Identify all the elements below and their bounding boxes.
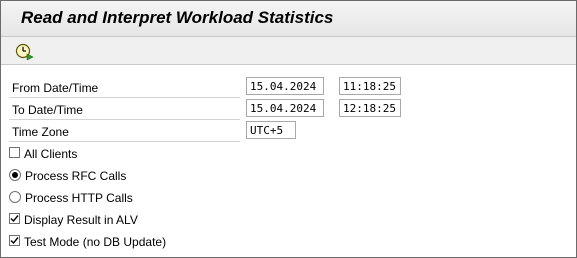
timezone-row: Time Zone UTC+5 xyxy=(9,121,569,142)
to-time-field[interactable]: 12:18:25 xyxy=(339,99,401,117)
to-date-field[interactable]: 15.04.2024 xyxy=(246,99,324,117)
http-calls-label: Process HTTP Calls xyxy=(25,191,133,205)
application-toolbar xyxy=(1,37,576,65)
app-window: Read and Interpret Workload Statistics F… xyxy=(0,0,577,258)
rfc-calls-radio[interactable] xyxy=(9,169,21,181)
checkmark-icon xyxy=(10,237,19,245)
all-clients-option[interactable]: All Clients xyxy=(9,143,309,163)
http-calls-option[interactable]: Process HTTP Calls xyxy=(9,187,309,207)
rfc-calls-label: Process RFC Calls xyxy=(25,169,127,183)
title-bar: Read and Interpret Workload Statistics xyxy=(1,1,576,37)
from-datetime-row: From Date/Time 15.04.2024 11:18:25 xyxy=(9,77,569,98)
all-clients-label: All Clients xyxy=(24,147,78,161)
timezone-label: Time Zone xyxy=(9,121,240,142)
selection-screen: From Date/Time 15.04.2024 11:18:25 To Da… xyxy=(1,65,576,257)
radio-selected-dot xyxy=(12,172,18,178)
from-time-field[interactable]: 11:18:25 xyxy=(339,77,401,95)
all-clients-checkbox[interactable] xyxy=(9,147,20,158)
http-calls-radio[interactable] xyxy=(9,191,21,203)
to-datetime-row: To Date/Time 15.04.2024 12:18:25 xyxy=(9,99,569,120)
to-datetime-label: To Date/Time xyxy=(9,99,240,120)
rfc-calls-option[interactable]: Process RFC Calls xyxy=(9,165,309,185)
alv-label: Display Result in ALV xyxy=(24,213,138,227)
timezone-field[interactable]: UTC+5 xyxy=(246,121,296,139)
alv-checkbox[interactable] xyxy=(9,213,20,224)
from-datetime-label: From Date/Time xyxy=(9,77,240,98)
test-mode-checkbox[interactable] xyxy=(9,235,20,246)
test-mode-option[interactable]: Test Mode (no DB Update) xyxy=(9,231,309,251)
checkmark-icon xyxy=(10,215,19,223)
from-date-field[interactable]: 15.04.2024 xyxy=(246,77,324,95)
alv-option[interactable]: Display Result in ALV xyxy=(9,209,309,229)
execute-clock-icon[interactable] xyxy=(15,42,35,61)
test-mode-label: Test Mode (no DB Update) xyxy=(24,235,167,249)
page-title: Read and Interpret Workload Statistics xyxy=(21,8,334,27)
